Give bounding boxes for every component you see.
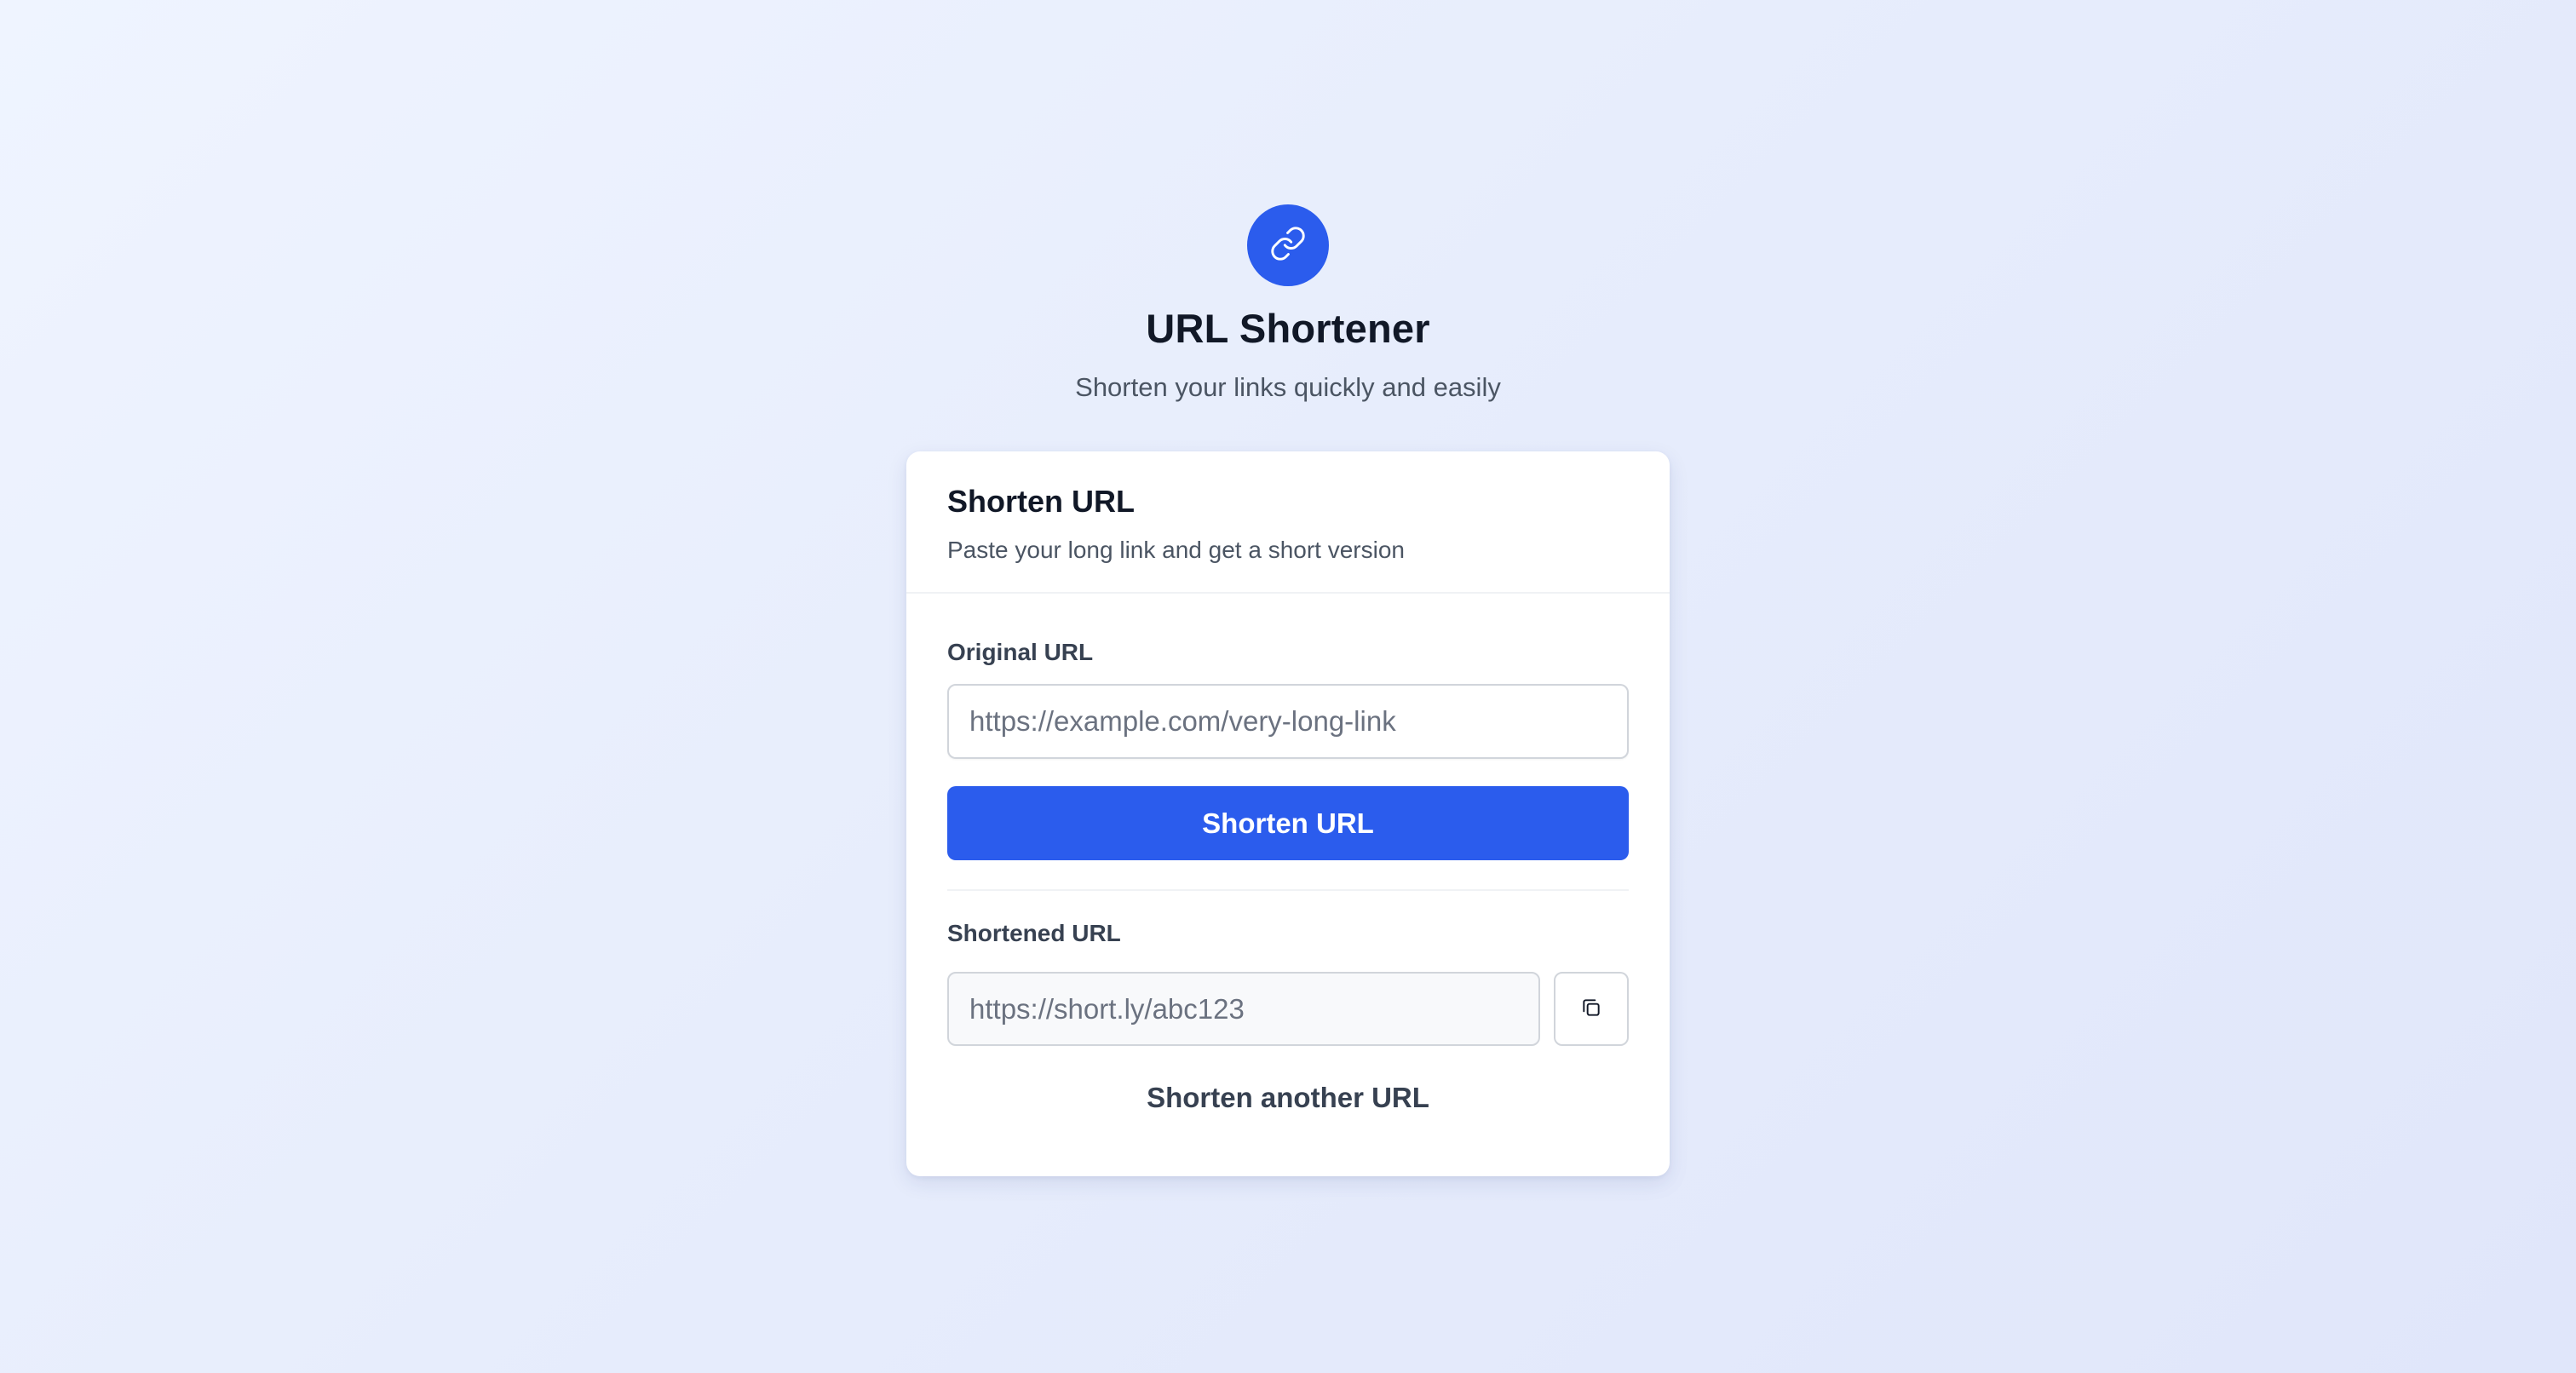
- original-url-input[interactable]: [947, 684, 1629, 759]
- shortened-url-label: Shortened URL: [947, 920, 1121, 946]
- shortened-url-field[interactable]: [947, 972, 1540, 1046]
- card-description: Paste your long link and get a short ver…: [947, 537, 1405, 563]
- app-logo: [1247, 204, 1329, 286]
- section-divider: [947, 889, 1629, 891]
- hero-header: URL Shortener Shorten your links quickly…: [0, 204, 2576, 403]
- original-url-label: Original URL: [947, 639, 1094, 665]
- shorten-url-button[interactable]: Shorten URL: [947, 786, 1629, 860]
- page: URL Shortener Shorten your links quickly…: [0, 0, 2576, 1373]
- shorten-card: Shorten URL Paste your long link and get…: [906, 451, 1670, 1176]
- card-title: Shorten URL: [947, 484, 1135, 519]
- card-header: Shorten URL Paste your long link and get…: [906, 451, 1670, 594]
- page-subtitle: Shorten your links quickly and easily: [1075, 372, 1501, 402]
- copy-button[interactable]: [1554, 972, 1629, 1046]
- copy-icon: [1580, 997, 1602, 1021]
- shorten-another-link[interactable]: Shorten another URL: [947, 1082, 1629, 1114]
- page-title: URL Shortener: [1146, 306, 1430, 351]
- link-icon: [1269, 225, 1307, 267]
